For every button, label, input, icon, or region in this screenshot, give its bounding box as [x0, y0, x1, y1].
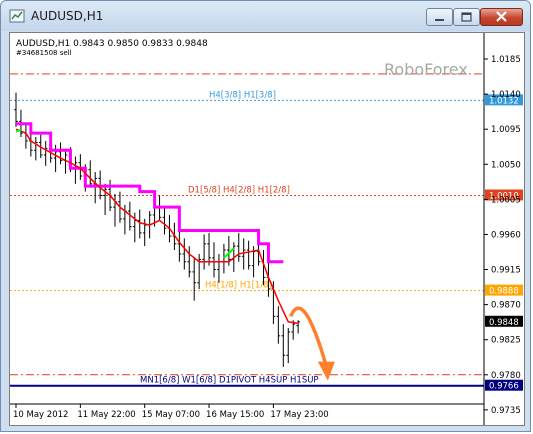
- time-tick-label: 17 May 23:00: [270, 410, 328, 420]
- level-label: D1[5/8] H4[2/8] H1[2/8]: [188, 185, 290, 195]
- price-tick-label: 0.9780: [491, 371, 521, 381]
- level-price-tag-label: 0.9888: [489, 287, 519, 297]
- current-price-tag-label: 0.9848: [489, 318, 519, 328]
- forecast-arrow-shaft: [289, 306, 328, 366]
- level-label: MN1[6/8] W1[6/8] D1PIVOT H4SUP H1SUP: [140, 376, 319, 386]
- time-tick-label: 11 May 22:00: [77, 410, 135, 420]
- price-tick-label: 0.9735: [491, 406, 521, 416]
- price-tick-label: 1.0140: [491, 90, 521, 100]
- price-axis: 1.0185 1.0140 1.0095 1.0050 1.0005 0.9960 0.99…: [483, 33, 521, 425]
- minimize-button[interactable]: [426, 8, 453, 26]
- minimize-icon: [435, 19, 444, 21]
- chart-window-icon: [9, 9, 25, 23]
- level-label: H4[3/8] H1[3/8]: [209, 90, 276, 100]
- price-tick-label: 1.0005: [491, 195, 521, 205]
- window-title: AUDUSD,H1: [31, 9, 104, 23]
- level-price-tag-label: 0.9766: [489, 382, 519, 392]
- forecast-arrow-head: [317, 361, 335, 381]
- watermark: RoboForex: [384, 60, 468, 79]
- time-tick-label: 16 May 15:00: [206, 410, 264, 420]
- trend-line: [15, 128, 299, 325]
- price-tick-label: 0.9825: [491, 336, 521, 346]
- order-info: #34681508 sell: [16, 49, 72, 57]
- price-tick-label: 0.9915: [491, 266, 521, 276]
- price-tick-label: 0.9960: [491, 230, 521, 240]
- close-button[interactable]: [480, 8, 523, 26]
- forecast-arrow: [289, 306, 335, 381]
- chart-area[interactable]: H4[3/8] H1[3/8] 1.0132 D1[5/8] H4[2/8] H1[…: [9, 32, 525, 426]
- murrey-levels: H4[3/8] H1[3/8]1.0132D1[5/8] H4[2/8] H1[…: [10, 73, 523, 392]
- maximize-icon: [461, 12, 472, 22]
- level-label: H4[1/8] H1[1/8]: [205, 281, 272, 291]
- price-chart[interactable]: H4[3/8] H1[3/8]1.0132D1[5/8] H4[2/8] H1[…: [10, 33, 524, 425]
- indicator-lines: [15, 122, 299, 325]
- time-tick-label: 15 May 07:00: [142, 410, 200, 420]
- symbol-info: AUDUSD,H1 0.9843 0.9850 0.9833 0.9848: [16, 39, 208, 49]
- time-axis: 10 May 2012 11 May 22:00 15 May 07:00 16 Ma…: [10, 403, 484, 420]
- price-tick-label: 0.9870: [491, 301, 521, 311]
- maximize-button[interactable]: [453, 8, 480, 26]
- price-tick-label: 1.0095: [491, 125, 521, 135]
- close-icon: [496, 11, 507, 22]
- chart-window: AUDUSD,H1 H4[3/8] H1[3/8] 1.0132 D1[5/8] H…: [0, 0, 531, 432]
- price-tick-label: 1.0050: [491, 160, 521, 170]
- price-tick-label: 1.0185: [491, 55, 521, 65]
- time-tick-label: 10 May 2012: [13, 410, 68, 420]
- title-bar[interactable]: AUDUSD,H1: [1, 1, 530, 31]
